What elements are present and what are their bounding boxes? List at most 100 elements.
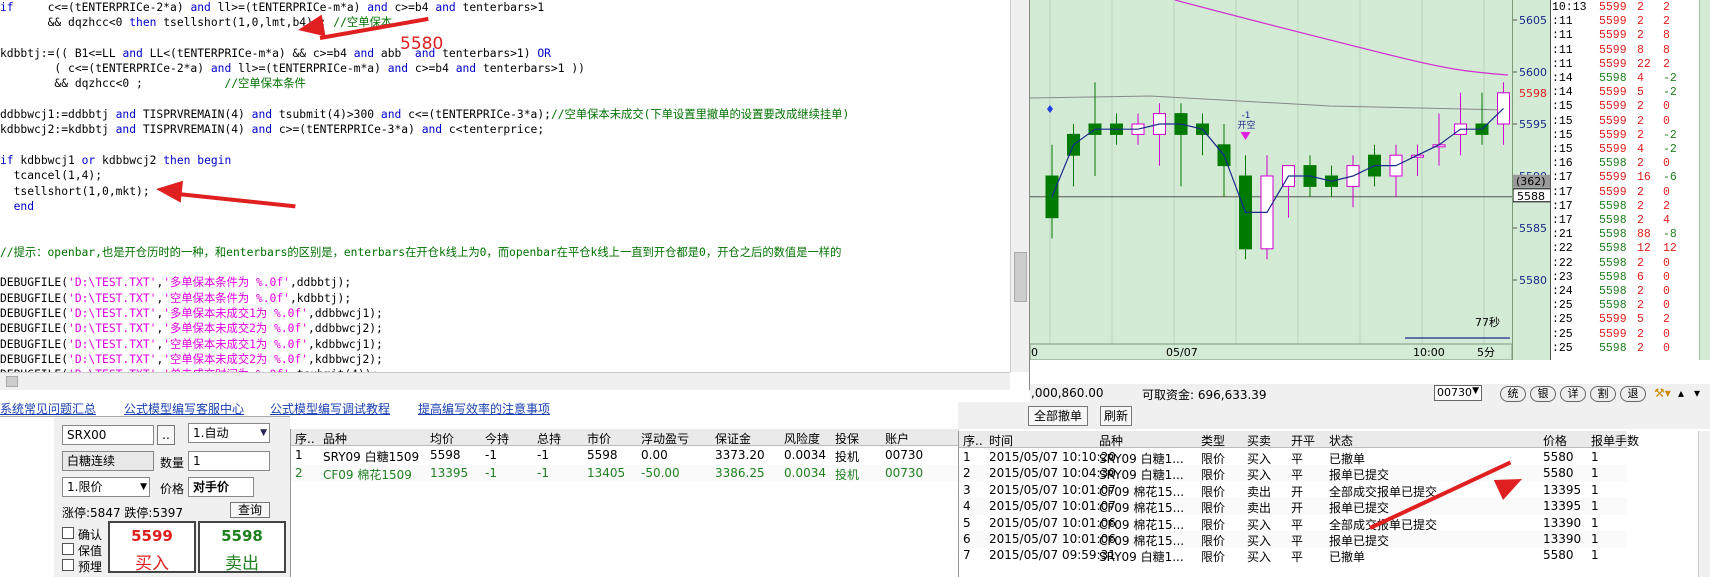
chevron-up-icon[interactable]: ▴ — [1678, 386, 1684, 400]
mode-select[interactable]: 1.自动 ▼ — [188, 423, 270, 443]
refresh-button[interactable]: 刷新 — [1100, 406, 1132, 426]
column-header[interactable]: 总持 — [537, 430, 561, 447]
orders-grid[interactable]: 序.. 时间 品种 类型 买卖 开平 状态 价格 报单手数 1 2015/05/07 10:10:2… — [958, 431, 1710, 577]
orders-toolbar: 全部撤单 刷新 — [958, 402, 1710, 429]
table-row[interactable]: 5 2015/05/07 10:01:06 CF09 棉花15... 限价 买入平全部成… — [959, 515, 1627, 532]
tick-price: 5599 — [1599, 1, 1627, 14]
column-header[interactable]: 买卖 — [1247, 432, 1271, 449]
scrollbar-thumb[interactable] — [6, 376, 18, 387]
tools-icon[interactable]: ⚒▾ — [1654, 386, 1671, 400]
tick-row: :23 5598 6 0 — [1551, 271, 1710, 285]
column-header[interactable]: 品种 — [1099, 432, 1123, 449]
help-link-tutorial[interactable]: 公式模型编写调试教程 — [270, 400, 390, 417]
tick-price: 5598 — [1599, 199, 1627, 213]
column-header[interactable]: 今持 — [485, 430, 509, 447]
tick-delta: 2 — [1663, 199, 1670, 213]
price-type-select[interactable]: 1.限价 ▼ — [62, 477, 150, 497]
contract-input[interactable]: SRX00 — [62, 425, 154, 445]
table-row[interactable]: 1 SRY09 白糖1509 5598 -1 -1 5598 0.00 3373.20 0.00… — [291, 447, 959, 464]
table-row[interactable]: 7 2015/05/07 09:59:31 SRY09 白糖1... 限价 买入 平 已撤单… — [959, 547, 1627, 564]
hedge-checkbox[interactable] — [62, 543, 74, 555]
preorder-checkbox[interactable] — [62, 559, 74, 571]
code-line: DEBUGFILE('D:\TEST.TXT','多单保本条件为 %.0f',d… — [0, 275, 1010, 290]
kline-chart[interactable]: -1 开空 0 05/07 10:00 5分 77秒 — [1029, 0, 1513, 361]
table-row[interactable]: 6 2015/05/07 10:01:06 CF09 棉花15... 限价 买入平报单已… — [959, 531, 1627, 548]
tick-price: 5598 — [1599, 341, 1627, 355]
chevron-down-icon[interactable]: ▾ — [1694, 386, 1700, 400]
browse-button[interactable]: .. — [157, 425, 175, 445]
tick-list[interactable]: 10:13 5599 2 2:11 5599 2 2:11 5599 2 8:11 5599 8 8:1… — [1550, 0, 1710, 360]
column-header[interactable]: 浮动盈亏 — [641, 430, 689, 447]
split-button[interactable]: 割 — [1590, 386, 1616, 402]
tick-row: :15 5599 2 0 — [1551, 115, 1710, 129]
editor-horizontal-scrollbar[interactable] — [0, 372, 1010, 390]
tick-volume: 2 — [1637, 1, 1644, 14]
qty-label: 数量 — [160, 456, 185, 470]
tick-volume: 4 — [1637, 143, 1644, 156]
sell-button[interactable]: 5598 卖出 — [198, 521, 286, 574]
column-header[interactable]: 类型 — [1201, 432, 1225, 449]
buy-button[interactable]: 5599 买入 — [108, 521, 196, 574]
tick-volume: 16 — [1637, 171, 1651, 185]
detail-button[interactable]: 详 — [1560, 386, 1586, 402]
table-row[interactable]: 2 2015/05/07 10:04:30 SRY09 白糖1... 限价 买入平报单已… — [959, 465, 1627, 483]
table-cell: 13395 — [1543, 482, 1582, 497]
bank-button[interactable]: 银 — [1530, 386, 1556, 402]
tick-row: :22 5598 2 0 — [1551, 257, 1710, 271]
tick-volume: 2 — [1637, 199, 1644, 213]
column-header[interactable]: 均价 — [430, 430, 454, 447]
column-header[interactable]: 市价 — [587, 430, 611, 447]
column-header[interactable]: 时间 — [989, 432, 1013, 449]
table-cell: 2015/05/07 10:04:30 — [989, 466, 1116, 481]
positions-grid[interactable]: 序.. 品种 均价 今持 总持 市价 浮动盈亏 保证金 风险度 投保 账户 1 SRY09 白糖1509… — [290, 429, 959, 577]
column-header[interactable]: 品种 — [323, 430, 347, 447]
tick-delta: 0 — [1663, 157, 1670, 171]
tick-row: 10:13 5599 2 2 — [1551, 1, 1710, 15]
column-header[interactable]: 序.. — [963, 432, 983, 449]
column-header[interactable]: 保证金 — [715, 430, 751, 447]
orders-scrollbar[interactable] — [1698, 431, 1710, 577]
column-header[interactable]: 价格 — [1543, 432, 1567, 449]
tick-scrollbar[interactable] — [1699, 0, 1710, 360]
stat-button[interactable]: 统 — [1500, 386, 1526, 402]
ma-line-gray — [1029, 95, 1509, 111]
account-select[interactable]: 00730 ▼ — [1434, 385, 1482, 401]
confirm-checkbox[interactable] — [62, 527, 74, 539]
query-button[interactable]: 查询 — [230, 502, 270, 518]
code-line: if kdbbwcj1 or kdbbwcj2 then begin — [0, 153, 1010, 168]
column-header[interactable]: 状态 — [1329, 432, 1353, 449]
code-area[interactable]: if c<=(tENTERPRICe-2*a) and ll>=(tENTERP… — [0, 0, 1010, 372]
table-row[interactable]: 4 2015/05/07 10:01:07 CF09 棉花15... 限价 卖出开报单已… — [959, 498, 1627, 516]
table-cell: 1 — [1591, 466, 1599, 481]
qty-stepper[interactable]: 1 — [188, 451, 270, 471]
exit-button[interactable]: 退 — [1620, 386, 1646, 402]
help-link-faq[interactable]: 系统常见问题汇总 — [0, 400, 96, 417]
editor-vertical-scrollbar[interactable] — [1010, 0, 1029, 372]
code-line: DEBUGFILE('D:\TEST.TXT','空单保本未成交1为 %.0f'… — [0, 337, 1010, 352]
column-header[interactable]: 账户 — [885, 430, 909, 447]
account-bar: ,000,860.00 可取资金: 696,633.39 00730 ▼ 统 银 … — [1030, 384, 1710, 402]
tick-volume: 2 — [1637, 157, 1644, 171]
period-label: 5分 — [1477, 346, 1495, 359]
column-header[interactable]: 序.. — [295, 430, 315, 447]
tick-time: :15 — [1552, 100, 1573, 114]
table-cell: 投机 — [835, 468, 860, 482]
table-row[interactable]: 1 2015/05/07 10:10:20 SRY09 白糖1... 限价 买入平已撤单… — [959, 449, 1627, 466]
code-line: if c<=(tENTERPRICe-2*a) and ll>=(tENTERP… — [0, 0, 1010, 15]
tick-time: :23 — [1552, 270, 1573, 284]
tick-time: :11 — [1552, 15, 1573, 29]
code-editor[interactable]: if c<=(tENTERPRICe-2*a) and ll>=(tENTERP… — [0, 0, 1030, 390]
column-header[interactable]: 开平 — [1291, 432, 1315, 449]
code-token: kdbbwcj2:=kdbbtj and TISPRVREMAIN(4) and… — [0, 123, 545, 137]
help-link-efficiency[interactable]: 提高编写效率的注意事项 — [418, 400, 550, 417]
scrollbar-thumb[interactable] — [1014, 252, 1027, 302]
column-header[interactable]: 投保 — [835, 430, 859, 447]
table-row[interactable]: 3 2015/05/07 10:01:07 CF09 棉花15... 限价 卖出开全部成… — [959, 482, 1627, 499]
table-cell: -50.00 — [641, 466, 680, 480]
price-mode-input[interactable]: 对手价 — [188, 477, 254, 497]
table-row[interactable]: 2 CF09 棉花1509 13395 -1 -1 13405 -50.00 3386.25 0… — [291, 465, 959, 482]
help-link-support[interactable]: 公式模型编写客服中心 — [124, 400, 244, 417]
cancel-all-button[interactable]: 全部撤单 — [1028, 406, 1088, 426]
column-header[interactable]: 风险度 — [784, 430, 820, 447]
column-header[interactable]: 报单手数 — [1591, 432, 1639, 449]
